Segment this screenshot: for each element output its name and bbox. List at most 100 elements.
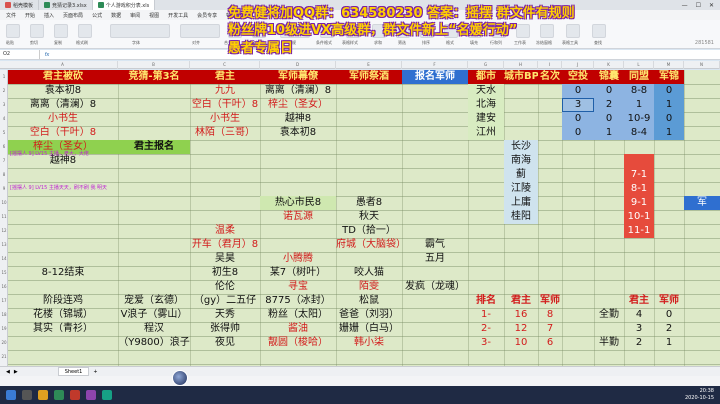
cell-c19[interactable]: 张得帅 xyxy=(190,322,260,336)
cell-h17[interactable]: 君主 xyxy=(504,294,538,308)
cell-e10[interactable]: 愚者8 xyxy=(336,196,402,210)
cell-f14[interactable]: 五月 xyxy=(402,252,468,266)
cell-d10[interactable]: 热心市民8 xyxy=(260,196,336,210)
cell-a18[interactable]: 花楼（锦城） xyxy=(8,308,118,322)
row-number[interactable]: 19 xyxy=(0,322,8,336)
cell-c18[interactable]: 天秀 xyxy=(190,308,260,322)
row-number[interactable]: 2 xyxy=(0,84,8,98)
column-letter[interactable]: G xyxy=(468,61,504,69)
column-letter[interactable]: J xyxy=(562,61,594,69)
header-advisor-chief[interactable]: 军师祭酒 xyxy=(336,70,402,84)
row-number[interactable]: 16 xyxy=(0,280,8,294)
cell-k18[interactable]: 全勤 xyxy=(594,308,624,322)
cell-l19[interactable]: 3 xyxy=(624,322,654,336)
cell-c5[interactable]: 林陌（三哥） xyxy=(190,126,260,140)
cell-e20[interactable]: 韩小柒 xyxy=(336,336,402,350)
row-number[interactable]: 4 xyxy=(0,112,8,126)
header-airdrop[interactable]: 空投 xyxy=(562,70,594,84)
cell-c4[interactable]: 小书生 xyxy=(190,112,260,126)
cell-i19[interactable]: 7 xyxy=(538,322,562,336)
header-city[interactable]: 都市 xyxy=(468,70,504,84)
column-letter[interactable]: M xyxy=(654,61,684,69)
spreadsheet-app-icon[interactable] xyxy=(54,390,64,400)
cell-d2[interactable]: 离离（清澜）8 xyxy=(260,84,336,98)
cell-h19[interactable]: 12 xyxy=(504,322,538,336)
cell-e13[interactable]: 府城（大脑袋） xyxy=(336,238,406,252)
header-lord-cut[interactable]: 君主被砍 xyxy=(8,70,118,84)
cell-c16[interactable]: 伦伦 xyxy=(190,280,260,294)
row-number[interactable]: 1 xyxy=(0,70,8,84)
menu-data[interactable]: 数据 xyxy=(111,12,121,19)
cell-h11[interactable]: 桂阳 xyxy=(504,210,538,224)
header-rank[interactable]: 名次 xyxy=(538,70,562,84)
cell-d14[interactable]: 小腾腾 xyxy=(260,252,336,266)
header-advisor-signup[interactable]: 报名军师 xyxy=(402,70,468,84)
tab-score-sheet[interactable]: 个人游戏积分表.xls xyxy=(92,0,156,10)
table-tools-button[interactable] xyxy=(566,24,580,38)
next-sheet-icon[interactable]: ▶ xyxy=(14,369,18,375)
app-icon[interactable] xyxy=(102,390,112,400)
cell-e15[interactable]: 咬人猫 xyxy=(336,266,402,280)
cell-n10[interactable]: 军 xyxy=(684,196,720,210)
cell-m17[interactable]: 军师 xyxy=(654,294,684,308)
fx-icon[interactable]: fx xyxy=(40,52,54,58)
header-city-bp[interactable]: 城市BP xyxy=(504,70,539,84)
cell-i17[interactable]: 军师 xyxy=(538,294,562,308)
cell-g3[interactable]: 北海 xyxy=(468,98,504,112)
row-number[interactable]: 8 xyxy=(0,168,8,182)
cell-d5[interactable]: 袁本初8 xyxy=(260,126,336,140)
row-number[interactable]: 9 xyxy=(0,182,8,196)
cell-c13[interactable]: 开车（君月）8 xyxy=(190,238,260,252)
column-letter[interactable]: F xyxy=(402,61,468,69)
menu-insert[interactable]: 插入 xyxy=(44,12,54,19)
cell-m18[interactable]: 0 xyxy=(654,308,684,322)
cell-h8[interactable]: 蓟 xyxy=(504,168,538,182)
column-letter[interactable]: A xyxy=(8,61,118,69)
menu-layout[interactable]: 页面布局 xyxy=(63,12,83,19)
cell-e12[interactable]: TD（拾一） xyxy=(336,224,402,238)
browser-icon[interactable] xyxy=(70,390,80,400)
cell-c12[interactable]: 温柔 xyxy=(190,224,260,238)
header-advisor-staff[interactable]: 军师幕僚 xyxy=(260,70,336,84)
system-clock[interactable]: 20:38 2020-10-15 xyxy=(685,388,720,402)
cell-i18[interactable]: 8 xyxy=(538,308,562,322)
cell-c15[interactable]: 初生8 xyxy=(190,266,260,280)
align-group[interactable] xyxy=(180,24,220,38)
prev-sheet-icon[interactable]: ◀ xyxy=(6,369,10,375)
freeze-panes-button[interactable] xyxy=(540,24,554,38)
worksheet-button[interactable] xyxy=(516,24,530,38)
row-number[interactable]: 12 xyxy=(0,224,8,238)
row-number[interactable]: 10 xyxy=(0,196,8,210)
sheet-tab[interactable]: Sheet1 xyxy=(57,367,90,376)
cell-a17[interactable]: 阶段连鸡 xyxy=(8,294,118,308)
cell-k20[interactable]: 半勤 xyxy=(594,336,624,350)
column-letter[interactable]: E xyxy=(336,61,402,69)
cell-l12[interactable]: 11-1 xyxy=(624,224,654,238)
cell-h20[interactable]: 10 xyxy=(504,336,538,350)
header-guess-third[interactable]: 竞猜-第3名 xyxy=(118,70,190,84)
column-letter[interactable]: L xyxy=(624,61,654,69)
minimize-icon[interactable]: — xyxy=(682,2,688,9)
cell-j2[interactable]: 0 xyxy=(562,84,594,98)
row-number[interactable]: 7 xyxy=(0,154,8,168)
cell-a4[interactable]: 小书生 xyxy=(8,112,118,126)
cell-g18[interactable]: 1- xyxy=(468,308,504,322)
paste-button[interactable] xyxy=(6,24,20,38)
cell-d17[interactable]: 8775（冰封） xyxy=(260,294,336,308)
cell-j5[interactable]: 0 xyxy=(562,126,594,140)
cell-g20[interactable]: 3- xyxy=(468,336,504,350)
cell-j4[interactable]: 0 xyxy=(562,112,594,126)
menu-file[interactable]: 文件 xyxy=(6,12,16,19)
cell-g17[interactable]: 排名 xyxy=(468,294,504,308)
cell-m2[interactable]: 0 xyxy=(654,84,684,98)
cell-h6[interactable]: 长沙 xyxy=(504,140,538,154)
row-number[interactable]: 6 xyxy=(0,140,8,154)
cell-m4[interactable]: 0 xyxy=(654,112,684,126)
row-number[interactable]: 15 xyxy=(0,266,8,280)
cell-j3[interactable]: 3 xyxy=(562,98,594,112)
format-painter-button[interactable] xyxy=(78,24,92,38)
cell-a3[interactable]: 离离（清澜）8 xyxy=(8,98,118,112)
cell-g19[interactable]: 2- xyxy=(468,322,504,336)
cell-d11[interactable]: 诺瓦源 xyxy=(260,210,336,224)
menu-formula[interactable]: 公式 xyxy=(92,12,102,19)
